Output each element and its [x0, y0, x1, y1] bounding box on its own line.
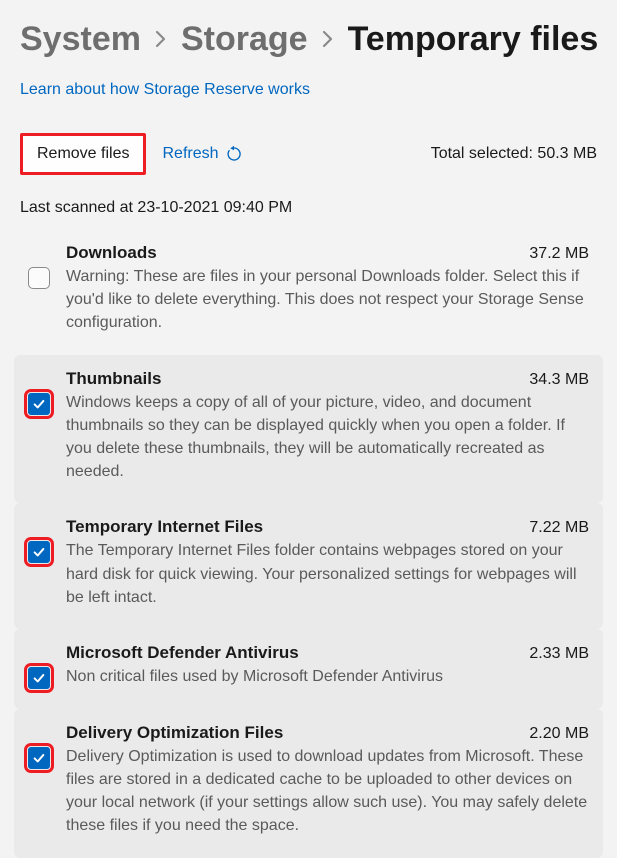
- refresh-label: Refresh: [162, 145, 218, 163]
- learn-storage-reserve-link[interactable]: Learn about how Storage Reserve works: [20, 81, 310, 99]
- item-size: 34.3 MB: [529, 371, 593, 389]
- breadcrumb: System Storage Temporary files: [20, 20, 597, 59]
- item-title: Delivery Optimization Files: [66, 723, 529, 743]
- breadcrumb-current: Temporary files: [348, 20, 599, 59]
- check-icon: [32, 545, 46, 559]
- item-checkbox[interactable]: [28, 667, 50, 689]
- chevron-right-icon: [155, 28, 167, 54]
- check-icon: [32, 671, 46, 685]
- item-description: The Temporary Internet Files folder cont…: [66, 539, 593, 609]
- item-size: 37.2 MB: [529, 245, 593, 263]
- list-item: Downloads37.2 MB Warning: These are files…: [14, 229, 603, 355]
- item-description: Windows keeps a copy of all of your pict…: [66, 391, 593, 484]
- chevron-right-icon: [322, 28, 334, 54]
- item-size: 7.22 MB: [529, 519, 593, 537]
- item-description: Delivery Optimization is used to downloa…: [66, 745, 593, 838]
- item-title: Downloads: [66, 243, 529, 263]
- check-icon: [32, 751, 46, 765]
- list-item: Delivery Optimization Files2.20 MB Delive…: [14, 709, 603, 858]
- list-item: Microsoft Defender Antivirus2.33 MB Non c…: [14, 629, 603, 709]
- item-description: Non critical files used by Microsoft Def…: [66, 665, 593, 688]
- last-scanned-label: Last scanned at 23-10-2021 09:40 PM: [20, 199, 597, 217]
- breadcrumb-system[interactable]: System: [20, 20, 141, 59]
- check-icon: [32, 397, 46, 411]
- item-checkbox[interactable]: [28, 267, 50, 289]
- item-title: Microsoft Defender Antivirus: [66, 643, 529, 663]
- temporary-files-list: Downloads37.2 MB Warning: These are files…: [14, 229, 603, 858]
- breadcrumb-storage[interactable]: Storage: [181, 20, 308, 59]
- item-checkbox[interactable]: [28, 393, 50, 415]
- remove-files-button[interactable]: Remove files: [20, 133, 146, 175]
- item-size: 2.33 MB: [529, 645, 593, 663]
- item-title: Thumbnails: [66, 369, 529, 389]
- list-item: Temporary Internet Files7.22 MB The Tempo…: [14, 503, 603, 629]
- item-title: Temporary Internet Files: [66, 517, 529, 537]
- item-checkbox[interactable]: [28, 541, 50, 563]
- item-size: 2.20 MB: [529, 725, 593, 743]
- list-item: Thumbnails34.3 MB Windows keeps a copy of…: [14, 355, 603, 504]
- item-checkbox[interactable]: [28, 747, 50, 769]
- action-row: Remove files Refresh Total selected: 50.…: [20, 133, 597, 175]
- refresh-button[interactable]: Refresh: [162, 145, 242, 163]
- refresh-icon: [225, 145, 243, 163]
- total-selected-label: Total selected: 50.3 MB: [431, 145, 597, 163]
- item-description: Warning: These are files in your persona…: [66, 265, 593, 335]
